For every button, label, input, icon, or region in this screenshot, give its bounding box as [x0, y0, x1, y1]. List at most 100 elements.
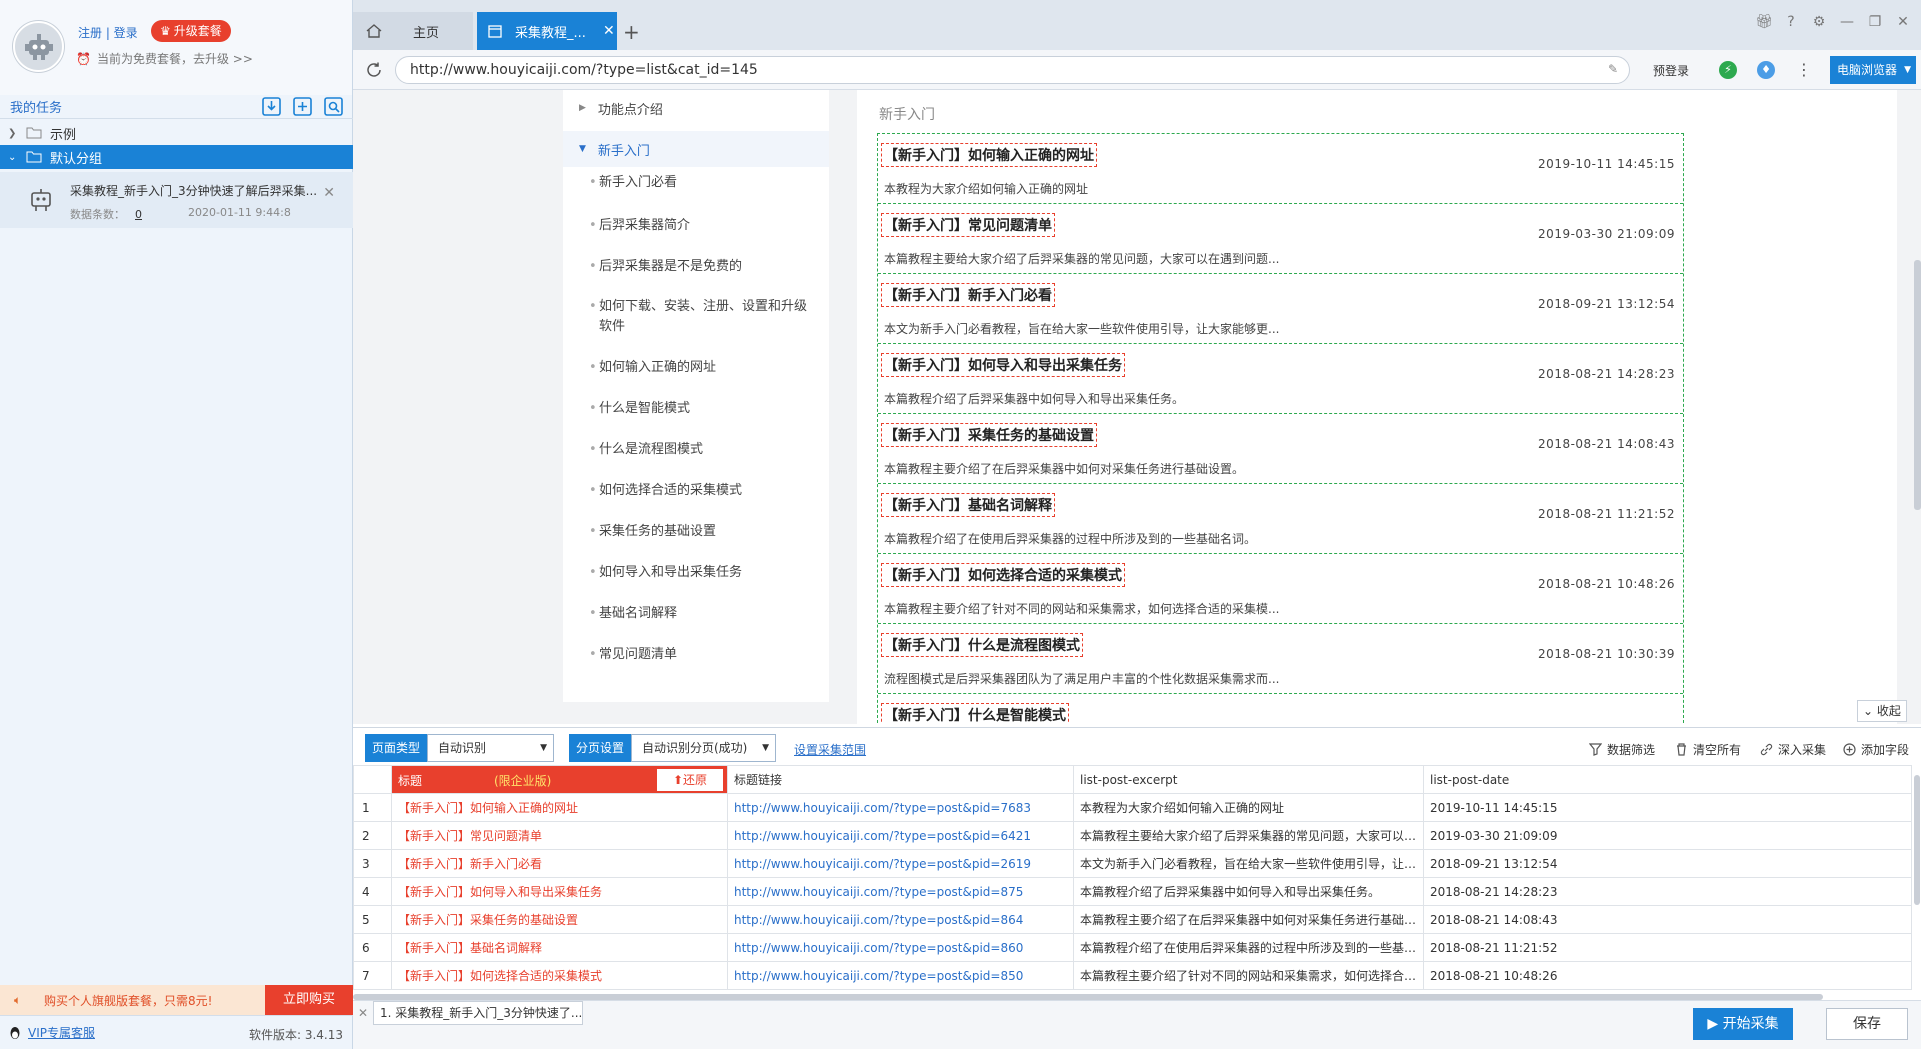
- post-title[interactable]: 【新手入门】如何导入和导出采集任务: [881, 353, 1125, 377]
- cell-date[interactable]: 2018-09-21 13:12:54: [1423, 849, 1912, 878]
- row-index[interactable]: 4: [353, 877, 392, 906]
- post-item[interactable]: 【新手入门】什么是智能模式: [878, 694, 1683, 724]
- restore-icon[interactable]: ❐: [1867, 14, 1883, 30]
- login-link[interactable]: 注册 | 登录: [78, 24, 138, 41]
- post-title[interactable]: 【新手入门】基础名词解释: [881, 493, 1055, 517]
- cell-title[interactable]: 【新手入门】常见问题清单: [391, 821, 728, 850]
- search-task-icon[interactable]: [323, 96, 344, 116]
- web-scrollbar[interactable]: [1914, 260, 1921, 510]
- row-index[interactable]: 7: [353, 961, 392, 990]
- table-row[interactable]: 7 【新手入门】如何选择合适的采集模式 http://www.houyicaiji.…: [353, 961, 1912, 990]
- table-row[interactable]: 3 【新手入门】新手入门必看 http://www.houyicaiji.com/?…: [353, 849, 1912, 878]
- nav-sub-item[interactable]: 常见问题清单: [589, 645, 809, 665]
- row-index[interactable]: 3: [353, 849, 392, 878]
- start-collect-button[interactable]: ▶ 开始采集: [1693, 1008, 1793, 1040]
- post-item[interactable]: 【新手入门】常见问题清单 2019-03-30 21:09:09 本篇教程主要给…: [878, 204, 1683, 274]
- nav-sub-item[interactable]: 后羿采集器简介: [589, 216, 809, 236]
- nav-sub-item[interactable]: 后羿采集器是不是免费的: [589, 257, 809, 277]
- close-icon[interactable]: ✕: [353, 1001, 373, 1025]
- collapse-button[interactable]: ⌄ 收起: [1857, 700, 1907, 722]
- post-item[interactable]: 【新手入门】基础名词解释 2018-08-21 11:21:52 本篇教程介绍了…: [878, 484, 1683, 554]
- cell-title[interactable]: 【新手入门】如何输入正确的网址: [391, 793, 728, 822]
- cell-link[interactable]: http://www.houyicaiji.com/?type=post&pid…: [727, 849, 1074, 878]
- close-icon[interactable]: ✕: [603, 23, 615, 39]
- post-item[interactable]: 【新手入门】采集任务的基础设置 2018-08-21 14:08:43 本篇教程…: [878, 414, 1683, 484]
- nav-sub-item[interactable]: 如何选择合适的采集模式: [589, 481, 809, 501]
- cell-date[interactable]: 2018-08-21 11:21:52: [1423, 933, 1912, 962]
- cell-link[interactable]: http://www.houyicaiji.com/?type=post&pid…: [727, 821, 1074, 850]
- cell-link[interactable]: http://www.houyicaiji.com/?type=post&pid…: [727, 793, 1074, 822]
- post-item[interactable]: 【新手入门】新手入门必看 2018-09-21 13:12:54 本文为新手入门…: [878, 274, 1683, 344]
- cell-title[interactable]: 【新手入门】基础名词解释: [391, 933, 728, 962]
- nav-sub-item[interactable]: 如何输入正确的网址: [589, 358, 809, 378]
- url-input[interactable]: [395, 56, 1630, 84]
- nav-sub-item[interactable]: 什么是流程图模式: [589, 440, 809, 460]
- save-button[interactable]: 保存: [1826, 1008, 1908, 1040]
- row-index[interactable]: 6: [353, 933, 392, 962]
- cell-title[interactable]: 【新手入门】如何选择合适的采集模式: [391, 961, 728, 990]
- browser-mode-button[interactable]: 电脑浏览器 ▼: [1830, 56, 1916, 84]
- help-icon[interactable]: ?: [1783, 14, 1799, 30]
- post-title[interactable]: 【新手入门】如何选择合适的采集模式: [881, 563, 1125, 587]
- nav-sub-item[interactable]: 什么是智能模式: [589, 399, 809, 419]
- post-item[interactable]: 【新手入门】什么是流程图模式 2018-08-21 10:30:39 流程图模式…: [878, 624, 1683, 694]
- edit-pen-icon[interactable]: ✎: [1608, 62, 1623, 77]
- more-icon[interactable]: ⋮: [1796, 60, 1812, 79]
- table-row[interactable]: 1 【新手入门】如何输入正确的网址 http://www.houyicaiji.co…: [353, 793, 1912, 822]
- table-row[interactable]: 6 【新手入门】基础名词解释 http://www.houyicaiji.com/?…: [353, 933, 1912, 962]
- nav-beginner[interactable]: ▼ 新手入门: [563, 131, 829, 167]
- table-row[interactable]: 2 【新手入门】常见问题清单 http://www.houyicaiji.com/?…: [353, 821, 1912, 850]
- cell-excerpt[interactable]: 本篇教程主要介绍了在后羿采集器中如何对采集任务进行基础设置。: [1073, 905, 1424, 934]
- post-title[interactable]: 【新手入门】什么是流程图模式: [881, 633, 1083, 657]
- prelogin-button[interactable]: 预登录: [1653, 62, 1689, 79]
- cell-link[interactable]: http://www.houyicaiji.com/?type=post&pid…: [727, 961, 1074, 990]
- post-title[interactable]: 【新手入门】常见问题清单: [881, 213, 1055, 237]
- gift-icon[interactable]: 🎁︎: [1755, 14, 1773, 30]
- plan-status[interactable]: ⏰ 当前为免费套餐，去升级 >>: [76, 50, 253, 67]
- cell-excerpt[interactable]: 本教程为大家介绍如何输入正确的网址: [1073, 793, 1424, 822]
- page-type-select[interactable]: 自动识别 ▼: [427, 734, 554, 762]
- vip-support-link[interactable]: VIP专属客服: [28, 1024, 95, 1041]
- avatar[interactable]: [13, 21, 64, 72]
- table-row[interactable]: 5 【新手入门】采集任务的基础设置 http://www.houyicaiji.co…: [353, 905, 1912, 934]
- cell-excerpt[interactable]: 本文为新手入门必看教程，旨在给大家一些软件使用引导，让大家能够更快地...: [1073, 849, 1424, 878]
- cell-date[interactable]: 2019-10-11 14:45:15: [1423, 793, 1912, 822]
- minimize-icon[interactable]: —: [1839, 14, 1855, 30]
- cell-date[interactable]: 2018-08-21 14:08:43: [1423, 905, 1912, 934]
- set-range-link[interactable]: 设置采集范围: [794, 741, 866, 758]
- date-column-header[interactable]: list-post-date: [1423, 765, 1912, 794]
- nav-sub-item[interactable]: 基础名词解释: [589, 604, 809, 624]
- task-item[interactable]: 采集教程_新手入门_3分钟快速了解后羿采集... 数据条数： 0 2020-01-…: [0, 172, 353, 228]
- cell-title[interactable]: 【新手入门】新手入门必看: [391, 849, 728, 878]
- cell-excerpt[interactable]: 本篇教程主要介绍了针对不同的网站和采集需求，如何选择合适的采集模式。: [1073, 961, 1424, 990]
- group-example[interactable]: ❯ 示例: [0, 121, 353, 145]
- close-icon[interactable]: ✕: [323, 185, 335, 201]
- nav-features[interactable]: ▶ 功能点介绍: [563, 90, 829, 126]
- row-index[interactable]: 2: [353, 821, 392, 850]
- paging-select[interactable]: 自动识别分页(成功) ▼: [631, 734, 776, 762]
- post-item[interactable]: 【新手入门】如何导入和导出采集任务 2018-08-21 14:28:23 本篇…: [878, 344, 1683, 414]
- post-title[interactable]: 【新手入门】采集任务的基础设置: [881, 423, 1097, 447]
- new-tab-button[interactable]: +: [623, 20, 640, 44]
- nav-sub-item[interactable]: 采集任务的基础设置: [589, 522, 809, 542]
- data-filter-button[interactable]: 数据筛选: [1589, 741, 1655, 758]
- post-item[interactable]: 【新手入门】如何选择合适的采集模式 2018-08-21 10:48:26 本篇…: [878, 554, 1683, 624]
- cell-link[interactable]: http://www.houyicaiji.com/?type=post&pid…: [727, 933, 1074, 962]
- row-index[interactable]: 5: [353, 905, 392, 934]
- post-title[interactable]: 【新手入门】新手入门必看: [881, 283, 1055, 307]
- cell-title[interactable]: 【新手入门】如何导入和导出采集任务: [391, 877, 728, 906]
- new-task-icon[interactable]: [292, 96, 313, 116]
- excerpt-column-header[interactable]: list-post-excerpt: [1073, 765, 1424, 794]
- import-task-icon[interactable]: [261, 96, 282, 116]
- refresh-icon[interactable]: [365, 61, 383, 79]
- buy-now-button[interactable]: 立即购买: [265, 985, 353, 1015]
- cell-excerpt[interactable]: 本篇教程介绍了后羿采集器中如何导入和导出采集任务。: [1073, 877, 1424, 906]
- cell-link[interactable]: http://www.houyicaiji.com/?type=post&pid…: [727, 905, 1074, 934]
- clear-all-button[interactable]: 清空所有: [1675, 741, 1741, 758]
- table-row[interactable]: 4 【新手入门】如何导入和导出采集任务 http://www.houyicaiji.…: [353, 877, 1912, 906]
- restore-button[interactable]: ⬆还原: [657, 769, 723, 791]
- group-default[interactable]: ⌄ 默认分组: [0, 145, 353, 169]
- cell-title[interactable]: 【新手入门】采集任务的基础设置: [391, 905, 728, 934]
- upgrade-button[interactable]: ♛ 升级套餐: [151, 20, 231, 42]
- cell-excerpt[interactable]: 本篇教程介绍了在使用后羿采集器的过程中所涉及到的一些基础名词。: [1073, 933, 1424, 962]
